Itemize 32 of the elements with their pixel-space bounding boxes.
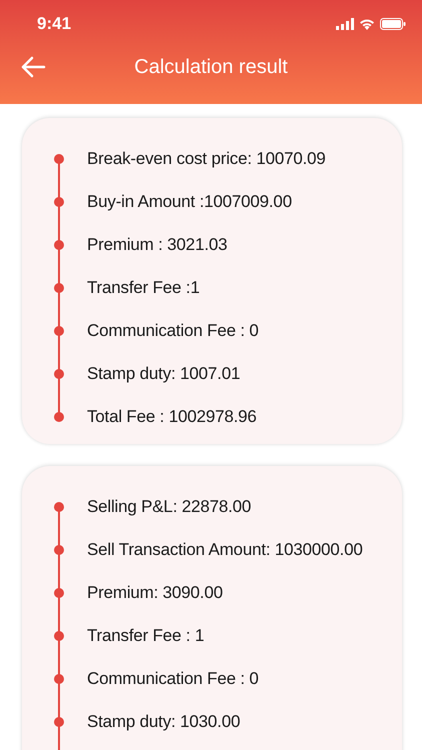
result-item: Total Fee : 1002978.96 [87, 406, 257, 426]
signal-icon [336, 18, 354, 30]
timeline-dot [54, 630, 64, 640]
result-item: Premium: 3090.00 [87, 582, 223, 602]
timeline-dot [54, 502, 64, 512]
timeline-dot [54, 368, 64, 378]
timeline-dot [54, 154, 64, 164]
wifi-icon [359, 18, 375, 30]
timeline-dot [54, 716, 64, 726]
result-item: Sell Transaction Amount: 1030000.00 [87, 540, 363, 560]
page-title: Calculation result [134, 56, 288, 78]
back-arrow-icon[interactable] [20, 55, 46, 79]
timeline-dot [54, 326, 64, 336]
result-item: Premium : 3021.03 [87, 234, 228, 254]
result-item: Communication Fee : 0 [87, 320, 259, 340]
result-item: Break-even cost price: 10070.09 [87, 148, 326, 168]
timeline-dot [54, 544, 64, 554]
result-item: Stamp duty: 1007.01 [87, 364, 240, 384]
result-item: Transfer Fee :1 [87, 278, 200, 298]
result-item: Buy-in Amount :1007009.00 [87, 192, 292, 212]
result-item: Communication Fee : 0 [87, 668, 259, 688]
timeline-dot [54, 240, 64, 250]
timeline-dot [54, 282, 64, 292]
result-item: Stamp duty: 1030.00 [87, 712, 240, 732]
timeline-dot [54, 196, 64, 206]
timeline-dot [54, 588, 64, 598]
status-time: 9:41 [37, 14, 72, 34]
battery-icon [380, 18, 406, 30]
result-item: Transfer Fee : 1 [87, 626, 204, 646]
result-item: Selling P&L: 22878.00 [87, 496, 252, 516]
timeline-dot [54, 674, 64, 684]
timeline-dot [54, 412, 64, 422]
